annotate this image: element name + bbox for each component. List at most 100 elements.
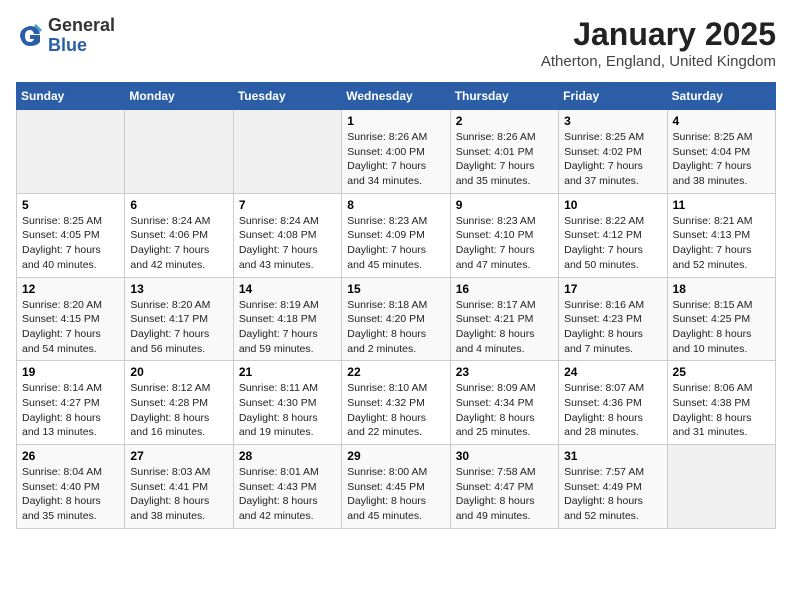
day-info: Sunrise: 8:16 AM Sunset: 4:23 PM Dayligh…	[564, 298, 661, 357]
calendar-cell	[17, 110, 125, 194]
day-info: Sunrise: 8:09 AM Sunset: 4:34 PM Dayligh…	[456, 381, 553, 440]
day-info: Sunrise: 8:20 AM Sunset: 4:15 PM Dayligh…	[22, 298, 119, 357]
calendar-cell: 15Sunrise: 8:18 AM Sunset: 4:20 PM Dayli…	[342, 277, 450, 361]
day-info: Sunrise: 8:14 AM Sunset: 4:27 PM Dayligh…	[22, 381, 119, 440]
day-number: 17	[564, 282, 661, 296]
day-info: Sunrise: 8:22 AM Sunset: 4:12 PM Dayligh…	[564, 214, 661, 273]
day-number: 12	[22, 282, 119, 296]
day-info: Sunrise: 8:11 AM Sunset: 4:30 PM Dayligh…	[239, 381, 336, 440]
day-number: 18	[673, 282, 770, 296]
day-number: 8	[347, 198, 444, 212]
calendar-cell: 24Sunrise: 8:07 AM Sunset: 4:36 PM Dayli…	[559, 361, 667, 445]
calendar-cell: 22 Sunrise: 8:10 AM Sunset: 4:32 PM Dayli…	[342, 361, 450, 445]
calendar-subtitle: Atherton, England, United Kingdom	[541, 53, 776, 70]
calendar-cell: 2 Sunrise: 8:26 AM Sunset: 4:01 PM Daylig…	[450, 110, 558, 194]
calendar-header: Sunday Monday Tuesday Wednesday Thursday…	[17, 83, 776, 110]
day-number: 16	[456, 282, 553, 296]
day-number: 31	[564, 449, 661, 463]
calendar-cell	[667, 445, 775, 529]
calendar-week-3: 12 Sunrise: 8:20 AM Sunset: 4:15 PM Dayli…	[17, 277, 776, 361]
calendar-cell: 20 Sunrise: 8:12 AM Sunset: 4:28 PM Dayli…	[125, 361, 233, 445]
calendar-cell: 8 Sunrise: 8:23 AM Sunset: 4:09 PM Daylig…	[342, 193, 450, 277]
day-number: 14	[239, 282, 336, 296]
day-info: Sunrise: 8:23 AM Sunset: 4:09 PM Dayligh…	[347, 214, 444, 273]
calendar-cell: 7 Sunrise: 8:24 AM Sunset: 4:08 PM Daylig…	[233, 193, 341, 277]
day-info: Sunrise: 8:24 AM Sunset: 4:08 PM Dayligh…	[239, 214, 336, 273]
day-number: 11	[673, 198, 770, 212]
calendar-cell: 30 Sunrise: 7:58 AM Sunset: 4:47 PM Dayli…	[450, 445, 558, 529]
day-info: Sunrise: 8:26 AM Sunset: 4:01 PM Dayligh…	[456, 130, 553, 189]
logo-text: General Blue	[48, 16, 115, 56]
day-info: Sunrise: 8:25 AM Sunset: 4:04 PM Dayligh…	[673, 130, 770, 189]
calendar-cell	[125, 110, 233, 194]
day-number: 30	[456, 449, 553, 463]
calendar-cell: 31Sunrise: 7:57 AM Sunset: 4:49 PM Dayli…	[559, 445, 667, 529]
day-number: 15	[347, 282, 444, 296]
calendar-cell	[233, 110, 341, 194]
calendar-week-5: 26Sunrise: 8:04 AM Sunset: 4:40 PM Dayli…	[17, 445, 776, 529]
calendar-cell: 3Sunrise: 8:25 AM Sunset: 4:02 PM Daylig…	[559, 110, 667, 194]
day-number: 10	[564, 198, 661, 212]
logo: General Blue	[16, 16, 115, 56]
day-info: Sunrise: 8:10 AM Sunset: 4:32 PM Dayligh…	[347, 381, 444, 440]
title-block: January 2025 Atherton, England, United K…	[541, 16, 776, 70]
calendar-cell: 9 Sunrise: 8:23 AM Sunset: 4:10 PM Daylig…	[450, 193, 558, 277]
day-info: Sunrise: 8:26 AM Sunset: 4:00 PM Dayligh…	[347, 130, 444, 189]
day-info: Sunrise: 8:12 AM Sunset: 4:28 PM Dayligh…	[130, 381, 227, 440]
calendar-week-2: 5Sunrise: 8:25 AM Sunset: 4:05 PM Daylig…	[17, 193, 776, 277]
calendar-table: Sunday Monday Tuesday Wednesday Thursday…	[16, 82, 776, 529]
calendar-body: 1 Sunrise: 8:26 AM Sunset: 4:00 PM Daylig…	[17, 110, 776, 529]
day-info: Sunrise: 8:25 AM Sunset: 4:02 PM Dayligh…	[564, 130, 661, 189]
day-info: Sunrise: 8:04 AM Sunset: 4:40 PM Dayligh…	[22, 465, 119, 524]
col-friday: Friday	[559, 83, 667, 110]
calendar-cell: 28 Sunrise: 8:01 AM Sunset: 4:43 PM Dayli…	[233, 445, 341, 529]
calendar-cell: 1 Sunrise: 8:26 AM Sunset: 4:00 PM Daylig…	[342, 110, 450, 194]
calendar-cell: 26Sunrise: 8:04 AM Sunset: 4:40 PM Dayli…	[17, 445, 125, 529]
calendar-week-1: 1 Sunrise: 8:26 AM Sunset: 4:00 PM Daylig…	[17, 110, 776, 194]
logo-general: General	[48, 15, 115, 35]
day-number: 13	[130, 282, 227, 296]
calendar-cell: 5Sunrise: 8:25 AM Sunset: 4:05 PM Daylig…	[17, 193, 125, 277]
day-number: 6	[130, 198, 227, 212]
col-sunday: Sunday	[17, 83, 125, 110]
day-number: 7	[239, 198, 336, 212]
day-info: Sunrise: 8:17 AM Sunset: 4:21 PM Dayligh…	[456, 298, 553, 357]
day-number: 23	[456, 365, 553, 379]
day-info: Sunrise: 8:03 AM Sunset: 4:41 PM Dayligh…	[130, 465, 227, 524]
col-thursday: Thursday	[450, 83, 558, 110]
calendar-cell: 19 Sunrise: 8:14 AM Sunset: 4:27 PM Dayli…	[17, 361, 125, 445]
calendar-title: January 2025	[541, 16, 776, 53]
calendar-cell: 29Sunrise: 8:00 AM Sunset: 4:45 PM Dayli…	[342, 445, 450, 529]
day-info: Sunrise: 8:25 AM Sunset: 4:05 PM Dayligh…	[22, 214, 119, 273]
day-info: Sunrise: 8:00 AM Sunset: 4:45 PM Dayligh…	[347, 465, 444, 524]
day-number: 28	[239, 449, 336, 463]
logo-blue: Blue	[48, 35, 87, 55]
calendar-cell: 21Sunrise: 8:11 AM Sunset: 4:30 PM Dayli…	[233, 361, 341, 445]
day-number: 1	[347, 114, 444, 128]
day-number: 22	[347, 365, 444, 379]
day-info: Sunrise: 8:23 AM Sunset: 4:10 PM Dayligh…	[456, 214, 553, 273]
col-monday: Monday	[125, 83, 233, 110]
calendar-cell: 12 Sunrise: 8:20 AM Sunset: 4:15 PM Dayli…	[17, 277, 125, 361]
calendar-cell: 6 Sunrise: 8:24 AM Sunset: 4:06 PM Daylig…	[125, 193, 233, 277]
day-number: 20	[130, 365, 227, 379]
calendar-cell: 14Sunrise: 8:19 AM Sunset: 4:18 PM Dayli…	[233, 277, 341, 361]
day-number: 4	[673, 114, 770, 128]
day-number: 9	[456, 198, 553, 212]
calendar-week-4: 19 Sunrise: 8:14 AM Sunset: 4:27 PM Dayli…	[17, 361, 776, 445]
calendar-cell: 11Sunrise: 8:21 AM Sunset: 4:13 PM Dayli…	[667, 193, 775, 277]
day-info: Sunrise: 7:58 AM Sunset: 4:47 PM Dayligh…	[456, 465, 553, 524]
calendar-cell: 16 Sunrise: 8:17 AM Sunset: 4:21 PM Dayli…	[450, 277, 558, 361]
day-number: 24	[564, 365, 661, 379]
day-info: Sunrise: 8:24 AM Sunset: 4:06 PM Dayligh…	[130, 214, 227, 273]
col-wednesday: Wednesday	[342, 83, 450, 110]
col-tuesday: Tuesday	[233, 83, 341, 110]
day-number: 2	[456, 114, 553, 128]
day-number: 19	[22, 365, 119, 379]
calendar-cell: 13Sunrise: 8:20 AM Sunset: 4:17 PM Dayli…	[125, 277, 233, 361]
header-row: Sunday Monday Tuesday Wednesday Thursday…	[17, 83, 776, 110]
day-number: 25	[673, 365, 770, 379]
day-info: Sunrise: 8:01 AM Sunset: 4:43 PM Dayligh…	[239, 465, 336, 524]
logo-icon	[16, 22, 44, 50]
day-number: 27	[130, 449, 227, 463]
